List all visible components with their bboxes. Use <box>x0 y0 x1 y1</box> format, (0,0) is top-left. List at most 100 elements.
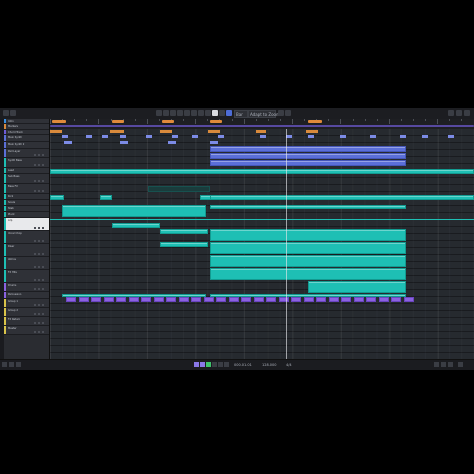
record-arm-icon[interactable] <box>42 279 44 281</box>
automation-region[interactable] <box>148 186 210 192</box>
midi-clip[interactable] <box>62 204 206 217</box>
track-header[interactable]: Group 1 <box>4 299 49 308</box>
mute-icon[interactable] <box>34 253 36 255</box>
record-arm-icon[interactable] <box>42 313 44 315</box>
add-track-icon[interactable] <box>2 362 7 367</box>
drum-clip[interactable] <box>166 297 176 302</box>
mute-icon[interactable] <box>34 190 36 192</box>
arrangement-area[interactable] <box>50 129 474 359</box>
drum-clip[interactable] <box>141 297 151 302</box>
record-arm-icon[interactable] <box>42 304 44 306</box>
solo-icon[interactable] <box>38 253 40 255</box>
record-arm-icon[interactable] <box>42 227 44 229</box>
mute-icon[interactable] <box>34 266 36 268</box>
chord-event[interactable] <box>448 134 454 138</box>
mute-icon[interactable] <box>34 322 36 324</box>
marker-event[interactable] <box>110 129 124 133</box>
chord-event[interactable] <box>400 134 406 138</box>
drum-clip[interactable] <box>216 297 226 302</box>
chord-event[interactable] <box>64 140 72 144</box>
mute-icon[interactable] <box>34 164 36 166</box>
drum-clip[interactable] <box>178 297 189 302</box>
midi-clip[interactable] <box>160 228 208 234</box>
rewind-button[interactable] <box>224 362 229 367</box>
marker-event[interactable] <box>256 129 266 133</box>
chord-event[interactable] <box>260 134 266 138</box>
marker-event[interactable] <box>306 129 318 133</box>
drum-clip[interactable] <box>366 297 376 302</box>
audio-clip[interactable] <box>210 152 406 159</box>
track-header[interactable]: FX Return <box>4 317 49 326</box>
mixer-icon[interactable] <box>10 110 16 116</box>
track-header[interactable]: Arp <box>4 218 49 231</box>
solo-icon[interactable] <box>38 154 40 156</box>
stop-button[interactable] <box>212 362 217 367</box>
drum-clip[interactable] <box>353 297 364 302</box>
solo-icon[interactable] <box>38 164 40 166</box>
mute-icon[interactable] <box>34 313 36 315</box>
record-arm-icon[interactable] <box>42 266 44 268</box>
marker-flag[interactable] <box>162 120 174 123</box>
track-header[interactable]: Bass FX <box>4 184 49 194</box>
record-button[interactable] <box>218 362 223 367</box>
solo-icon[interactable] <box>38 190 40 192</box>
drum-clip[interactable] <box>203 297 214 302</box>
drum-clip[interactable] <box>253 297 264 302</box>
drum-clip[interactable] <box>103 297 114 302</box>
midi-clip[interactable] <box>100 194 112 200</box>
line-icon[interactable] <box>212 110 218 116</box>
play-tool-icon[interactable] <box>219 110 225 116</box>
select-icon[interactable] <box>156 110 162 116</box>
chord-event[interactable] <box>370 134 376 138</box>
track-header[interactable]: Synth Bass <box>4 158 49 168</box>
color-icon[interactable] <box>278 110 284 116</box>
record-arm-icon[interactable] <box>42 331 44 333</box>
signature-display[interactable]: 4/4 <box>286 362 292 368</box>
drum-clip[interactable] <box>378 297 389 302</box>
drum-clip[interactable] <box>91 297 101 302</box>
mute-icon[interactable] <box>34 288 36 290</box>
mute-icon[interactable] <box>34 240 36 242</box>
track-header[interactable]: Percussion <box>4 292 49 299</box>
solo-icon[interactable] <box>38 313 40 315</box>
record-arm-icon[interactable] <box>42 240 44 242</box>
chord-event[interactable] <box>168 140 176 144</box>
record-arm-icon[interactable] <box>42 190 44 192</box>
window-icon[interactable] <box>456 110 462 116</box>
track-header[interactable]: Vocal Chop <box>4 231 49 244</box>
mute-icon[interactable] <box>34 154 36 156</box>
chord-event[interactable] <box>120 134 126 138</box>
track-header[interactable]: Main Synth 2 <box>4 142 49 149</box>
quantize-dropdown[interactable]: Adapt to Zoom <box>248 110 280 118</box>
record-arm-icon[interactable] <box>42 253 44 255</box>
midi-clip[interactable] <box>308 280 406 293</box>
mute-icon[interactable] <box>198 110 204 116</box>
marker-event[interactable] <box>50 129 62 133</box>
record-arm-icon[interactable] <box>42 154 44 156</box>
cycle-range[interactable] <box>50 125 474 127</box>
snap-toggle-icon[interactable] <box>226 110 232 116</box>
marker-flag[interactable] <box>112 120 124 123</box>
midi-clip[interactable] <box>112 222 160 228</box>
drum-clip[interactable] <box>241 297 251 302</box>
track-header[interactable]: Group 2 <box>4 308 49 317</box>
chord-event[interactable] <box>192 134 198 138</box>
track-header[interactable]: Drums <box>4 283 49 292</box>
mute-icon[interactable] <box>34 304 36 306</box>
layout-icon[interactable] <box>448 110 454 116</box>
track-header[interactable]: Sub Bass <box>4 174 49 184</box>
cycle-mode-icon[interactable] <box>200 362 205 367</box>
drum-clip[interactable] <box>66 297 76 302</box>
midi-clip[interactable] <box>50 168 474 174</box>
chord-event[interactable] <box>102 134 108 138</box>
marker-flag[interactable] <box>210 120 222 123</box>
mute-icon[interactable] <box>34 180 36 182</box>
audio-clip[interactable] <box>210 145 406 152</box>
drum-clip[interactable] <box>291 297 301 302</box>
mute-icon[interactable] <box>34 227 36 229</box>
chord-event[interactable] <box>340 134 346 138</box>
drum-clip[interactable] <box>316 297 326 302</box>
midi-clip[interactable] <box>210 194 474 200</box>
chord-event[interactable] <box>218 134 224 138</box>
glue-icon[interactable] <box>177 110 183 116</box>
